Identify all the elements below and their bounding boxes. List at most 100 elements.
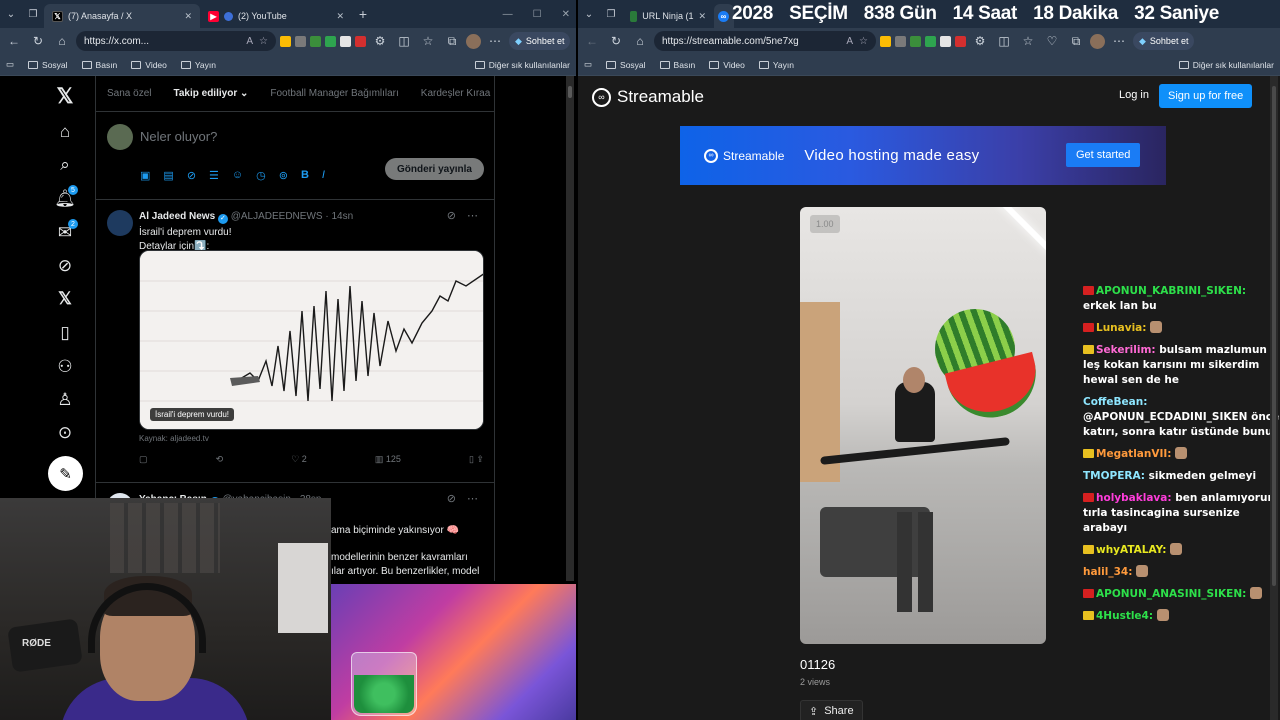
tab-x-home[interactable]: 𝕏 (7) Anasayfa / X ✕ xyxy=(44,4,200,28)
workspaces-icon[interactable]: ❐ xyxy=(22,0,44,28)
collections-icon[interactable]: ⧉ xyxy=(442,34,462,49)
profile-avatar[interactable] xyxy=(1090,33,1105,49)
explore-nav-icon[interactable]: ⌕ xyxy=(50,150,80,180)
extension-icon[interactable] xyxy=(895,35,906,47)
back-icon[interactable]: ← xyxy=(582,34,602,48)
bold-icon[interactable]: B xyxy=(301,169,309,182)
grok-nav-icon[interactable]: ⊘ xyxy=(50,251,80,281)
italic-icon[interactable]: I xyxy=(322,169,325,182)
refresh-icon[interactable]: ↻ xyxy=(606,34,626,48)
communities-nav-icon[interactable]: ⚇ xyxy=(50,352,80,382)
close-tab-icon[interactable]: ✕ xyxy=(336,11,344,22)
messages-nav-icon[interactable]: ✉ 2 xyxy=(50,218,80,248)
url-field[interactable]: https://streamable.com/5ne7xg A ☆ xyxy=(654,31,876,51)
compose-post-button[interactable]: ✎ xyxy=(48,456,83,491)
extension-icon[interactable] xyxy=(295,35,306,47)
extension-icon[interactable] xyxy=(325,35,336,47)
publish-button[interactable]: Gönderi yayınla xyxy=(384,158,484,180)
tab-list-kardesler[interactable]: Kardeşler Kıraa xyxy=(421,88,490,99)
ad-banner[interactable]: ∞ Streamable Video hosting made easy Get… xyxy=(680,126,1166,185)
tweet-more-icon[interactable]: ⊘ ⋯ xyxy=(447,492,482,505)
get-started-button[interactable]: Get started xyxy=(1066,143,1141,167)
read-aloud-icon[interactable]: A xyxy=(246,36,253,47)
favorites-icon[interactable]: ☆ xyxy=(418,34,438,48)
video-player[interactable]: 1.00 xyxy=(800,207,1046,644)
login-link[interactable]: Log in xyxy=(1119,89,1149,101)
favorites-icon[interactable]: ☆ xyxy=(1018,34,1038,48)
read-aloud-icon[interactable]: A xyxy=(846,36,853,47)
poll-icon[interactable]: ☰ xyxy=(209,169,219,182)
tweet-author[interactable]: Al Jadeed News xyxy=(139,211,215,222)
close-tab-icon[interactable]: ✕ xyxy=(184,11,192,22)
gif-icon[interactable]: ▤ xyxy=(163,169,173,182)
extension-icon[interactable] xyxy=(340,35,351,47)
share-button[interactable]: ⇪ Share xyxy=(800,700,863,720)
extension-icon[interactable] xyxy=(910,35,921,47)
extension-icon[interactable] xyxy=(940,35,951,47)
more-menu-icon[interactable]: ⋯ xyxy=(1109,34,1129,48)
reading-list-icon[interactable]: ▭ xyxy=(584,59,592,70)
bookmarks-nav-icon[interactable]: ▯ xyxy=(50,318,80,348)
tab-for-you[interactable]: Sana özel xyxy=(107,88,151,99)
more-menu-icon[interactable]: ⋯ xyxy=(485,34,505,48)
extension-icon[interactable] xyxy=(925,35,936,47)
copilot-button[interactable]: ◆ Sohbet et xyxy=(1133,32,1195,50)
tweet-media[interactable]: İsrail'i deprem vurdu! xyxy=(139,250,484,430)
extensions-puzzle-icon[interactable]: ⚙ xyxy=(370,34,390,48)
fav-folder-yayin[interactable]: Yayın xyxy=(758,60,794,70)
copilot-button[interactable]: ◆ Sohbet et xyxy=(509,32,571,50)
tab-youtube[interactable]: ▶ (2) YouTube ✕ xyxy=(200,4,352,28)
extension-icon[interactable] xyxy=(280,35,291,47)
split-screen-icon[interactable]: ◫ xyxy=(394,34,414,48)
extension-icon[interactable] xyxy=(355,35,366,47)
tab-url-ninja[interactable]: URL Ninja (1 ✕ xyxy=(622,4,714,28)
fav-folder-basin[interactable]: Basın xyxy=(81,60,117,70)
minimize-icon[interactable]: — xyxy=(503,9,513,20)
media-icon[interactable]: ▣ xyxy=(140,169,150,182)
fav-folder-video[interactable]: Video xyxy=(709,60,745,70)
back-icon[interactable]: ← xyxy=(4,34,24,48)
premium-nav-icon[interactable]: 𝕏 xyxy=(50,284,80,314)
reply-icon[interactable]: ▢ xyxy=(139,454,148,465)
extension-icon[interactable] xyxy=(310,35,321,47)
collections-icon[interactable]: ⧉ xyxy=(1066,34,1086,49)
tab-following[interactable]: Takip ediliyor ⌄ xyxy=(173,88,248,99)
home-icon[interactable]: ⌂ xyxy=(52,34,72,48)
more-nav-icon[interactable]: ⊙ xyxy=(50,418,80,448)
avatar[interactable] xyxy=(107,210,133,236)
fav-folder-sosyal[interactable]: Sosyal xyxy=(606,60,646,70)
scrollbar[interactable] xyxy=(566,76,574,581)
favorite-star-icon[interactable]: ☆ xyxy=(259,36,268,47)
tab-actions-icon[interactable]: ⌄ xyxy=(578,0,600,28)
url-field[interactable]: https://x.com... A ☆ xyxy=(76,31,276,51)
fav-folder-basin[interactable]: Basın xyxy=(659,60,695,70)
maximize-icon[interactable]: ☐ xyxy=(533,9,542,20)
workspaces-icon[interactable]: ❐ xyxy=(600,0,622,28)
tweet-more-icon[interactable]: ⊘ ⋯ xyxy=(447,209,482,222)
schedule-icon[interactable]: ◷ xyxy=(256,169,266,182)
emoji-icon[interactable]: ☺ xyxy=(232,169,243,182)
grok-icon[interactable]: ⊘ xyxy=(187,169,196,182)
fav-folder-other[interactable]: Diğer sık kullanılanlar xyxy=(474,60,570,70)
like-button[interactable]: ♡ 2 xyxy=(291,454,307,465)
link-source[interactable]: Kaynak: aljadeed.tv xyxy=(139,434,209,443)
extension-icon[interactable] xyxy=(955,35,966,47)
tweet[interactable]: Al Jadeed News ✓ @ALJADEEDNEWS · 14sn ⊘ … xyxy=(96,200,494,483)
new-tab-button[interactable]: + xyxy=(352,0,374,28)
fav-folder-yayin[interactable]: Yayın xyxy=(180,60,216,70)
views-button[interactable]: ▥ 125 xyxy=(375,454,401,465)
home-icon[interactable]: ⌂ xyxy=(630,34,650,48)
refresh-icon[interactable]: ↻ xyxy=(28,34,48,48)
close-window-icon[interactable]: ✕ xyxy=(562,9,570,20)
fav-folder-sosyal[interactable]: Sosyal xyxy=(28,60,68,70)
profile-avatar[interactable] xyxy=(466,33,481,49)
streamable-logo[interactable]: ∞ Streamable xyxy=(592,87,704,107)
tweet-time[interactable]: 14sn xyxy=(331,211,353,222)
split-screen-icon[interactable]: ◫ xyxy=(994,34,1014,48)
fav-folder-video[interactable]: Video xyxy=(131,60,167,70)
home-nav-icon[interactable]: ⌂ xyxy=(50,117,80,147)
compose-input[interactable]: Neler oluyor? xyxy=(140,129,217,144)
playback-speed[interactable]: 1.00 xyxy=(810,215,840,233)
reading-list-icon[interactable]: ▭ xyxy=(6,59,14,70)
browser-essentials-icon[interactable]: ♡ xyxy=(1042,34,1062,48)
